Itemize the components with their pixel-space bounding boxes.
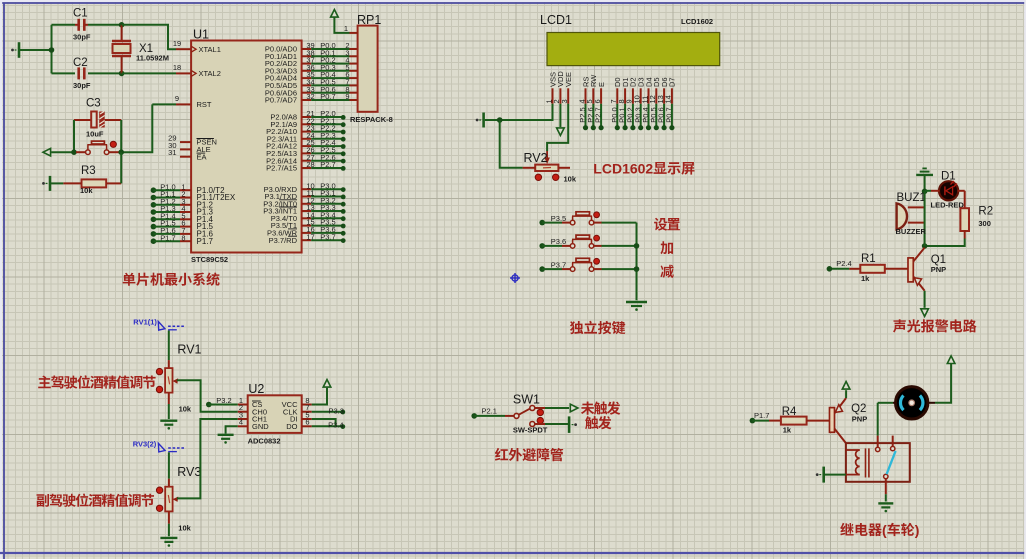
svg-text:8: 8 xyxy=(181,233,185,242)
svg-text:EA: EA xyxy=(197,152,207,161)
svg-text:P3.7: P3.7 xyxy=(551,260,566,269)
svg-text:PNP: PNP xyxy=(852,414,867,423)
svg-text:18: 18 xyxy=(173,63,181,72)
svg-text:RESPACK-8: RESPACK-8 xyxy=(350,115,393,124)
svg-text:32: 32 xyxy=(306,92,314,101)
svg-text:28: 28 xyxy=(306,160,314,169)
svg-text:U2: U2 xyxy=(248,382,264,396)
svg-text:R3: R3 xyxy=(81,165,96,177)
svg-text:STC89C52: STC89C52 xyxy=(191,255,228,264)
svg-text:10k: 10k xyxy=(564,175,577,184)
svg-text:E: E xyxy=(597,82,606,87)
svg-text:R1: R1 xyxy=(861,253,876,265)
svg-text:SW-SPDT: SW-SPDT xyxy=(513,426,548,435)
svg-text:PNP: PNP xyxy=(931,265,946,274)
svg-text:RST: RST xyxy=(197,100,212,109)
svg-text:P1.7: P1.7 xyxy=(754,411,769,420)
svg-text:10k: 10k xyxy=(179,404,192,413)
svg-text:LED-RED: LED-RED xyxy=(931,200,965,209)
svg-text:30pF: 30pF xyxy=(73,33,91,42)
svg-text:11.0592M: 11.0592M xyxy=(136,54,169,63)
svg-text:C2: C2 xyxy=(73,57,88,69)
svg-text:10k: 10k xyxy=(80,186,93,195)
svg-text:XTAL1: XTAL1 xyxy=(199,45,221,54)
svg-text:R2: R2 xyxy=(978,206,993,218)
svg-text:XTAL2: XTAL2 xyxy=(199,69,221,78)
svg-text:BUZ1: BUZ1 xyxy=(897,192,926,204)
svg-text:VEE: VEE xyxy=(564,72,573,87)
svg-text:P3.2: P3.2 xyxy=(216,396,231,405)
svg-text:RV3: RV3 xyxy=(177,465,201,479)
svg-text:9: 9 xyxy=(175,94,179,103)
svg-text:P3.3: P3.3 xyxy=(328,406,343,415)
svg-text:10k: 10k xyxy=(178,523,191,532)
svg-text:P1.7: P1.7 xyxy=(197,237,214,246)
svg-text:P2.7/A15: P2.7/A15 xyxy=(266,164,297,173)
svg-text:10uF: 10uF xyxy=(86,130,104,139)
svg-text:P3.6: P3.6 xyxy=(551,237,566,246)
svg-text:LCD1602: LCD1602 xyxy=(593,160,653,176)
svg-text:30pF: 30pF xyxy=(73,81,91,90)
svg-text:BUZZER: BUZZER xyxy=(896,227,927,236)
svg-text:P0.7/AD7: P0.7/AD7 xyxy=(265,96,297,105)
svg-text:RV1(1): RV1(1) xyxy=(133,318,157,327)
svg-text:GND: GND xyxy=(252,422,269,431)
svg-text:): ) xyxy=(915,522,920,538)
svg-text:14: 14 xyxy=(664,95,673,103)
svg-text:RV2: RV2 xyxy=(524,151,548,165)
svg-text:4: 4 xyxy=(239,418,243,427)
svg-text:6: 6 xyxy=(593,99,602,103)
svg-text:U1: U1 xyxy=(193,27,209,41)
svg-text:9: 9 xyxy=(345,92,349,101)
svg-text:D7: D7 xyxy=(668,77,677,87)
svg-text:RV3(2): RV3(2) xyxy=(133,440,157,449)
svg-text:17: 17 xyxy=(306,232,314,241)
svg-text:1k: 1k xyxy=(861,274,870,283)
svg-text:P3.7/RD: P3.7/RD xyxy=(269,236,298,245)
svg-text:P2.4: P2.4 xyxy=(836,259,851,268)
svg-text:ADC0832: ADC0832 xyxy=(248,436,281,445)
svg-text:LCD1: LCD1 xyxy=(540,13,572,27)
svg-text:31: 31 xyxy=(168,148,176,157)
svg-text:300: 300 xyxy=(978,219,991,228)
svg-text:C3: C3 xyxy=(86,98,101,110)
svg-text:DO: DO xyxy=(286,422,297,431)
svg-text:RP1: RP1 xyxy=(357,13,381,27)
svg-text:P3.4: P3.4 xyxy=(328,420,343,429)
svg-text:RV1: RV1 xyxy=(177,343,201,357)
svg-text:1k: 1k xyxy=(783,425,792,434)
svg-text:P2.1: P2.1 xyxy=(481,406,496,415)
svg-text:1: 1 xyxy=(344,24,348,33)
svg-text:(: ( xyxy=(882,522,887,538)
svg-text:LCD1602: LCD1602 xyxy=(681,17,713,26)
svg-text:R4: R4 xyxy=(782,406,797,418)
svg-text:C1: C1 xyxy=(73,8,88,20)
svg-text:P3.5: P3.5 xyxy=(551,214,566,223)
svg-text:6: 6 xyxy=(305,418,309,427)
svg-text:3: 3 xyxy=(560,99,569,103)
svg-text:19: 19 xyxy=(173,39,181,48)
svg-text:SW1: SW1 xyxy=(513,393,540,407)
svg-text:Q2: Q2 xyxy=(851,403,866,415)
